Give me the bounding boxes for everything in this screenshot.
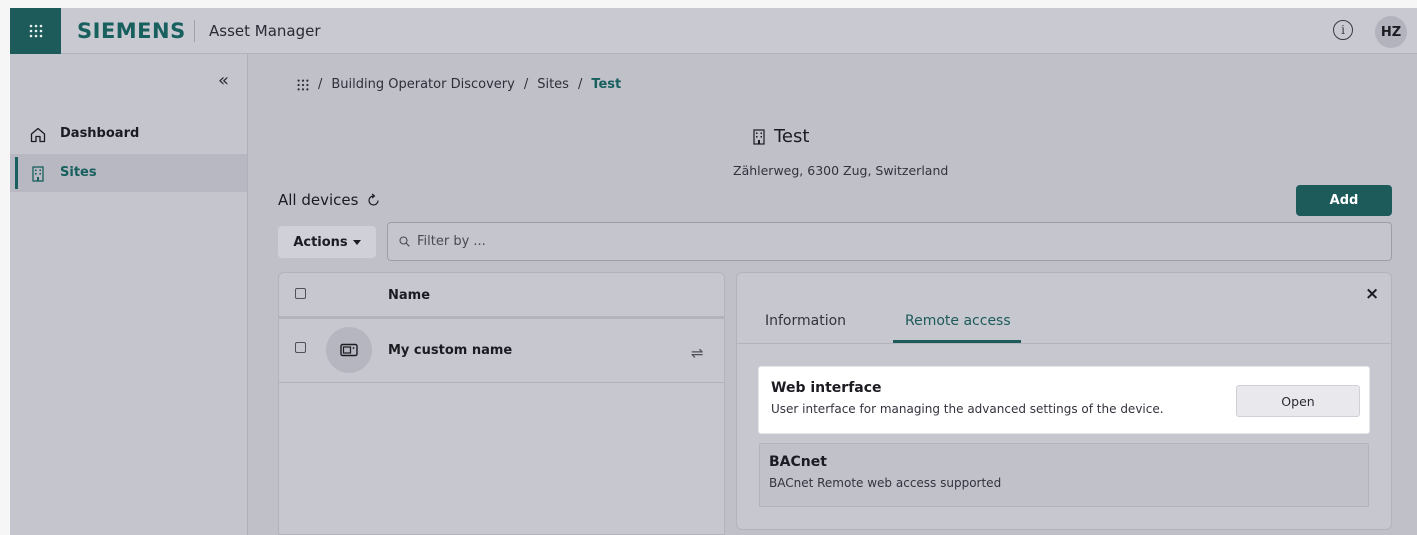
device-list-header: Name [279, 273, 724, 319]
device-list: Name My custom name ⇌ [278, 272, 725, 535]
devices-heading-text: All devices [278, 191, 359, 209]
tabs-divider [737, 343, 1391, 344]
collapse-sidebar-button[interactable]: « [218, 70, 229, 91]
select-all-checkbox[interactable] [295, 288, 306, 299]
filter-field[interactable] [387, 222, 1392, 261]
refresh-icon[interactable] [366, 193, 381, 208]
info-icon: i [1341, 23, 1345, 37]
actions-dropdown[interactable]: Actions [278, 226, 376, 258]
table-row[interactable]: My custom name ⇌ [279, 321, 724, 383]
card-title: BACnet [769, 454, 827, 470]
info-button[interactable]: i [1333, 20, 1353, 40]
row-checkbox[interactable] [295, 342, 306, 353]
card-description: BACnet Remote web access supported [769, 476, 1002, 490]
user-avatar[interactable]: HZ [1375, 16, 1407, 48]
sidebar-item-dashboard[interactable]: Dashboard [10, 115, 247, 153]
breadcrumb-item[interactable]: Sites [537, 77, 569, 92]
breadcrumb-item[interactable]: Building Operator Discovery [331, 77, 514, 92]
building-icon [32, 166, 44, 182]
device-name: My custom name [388, 343, 513, 358]
brand-divider [194, 20, 195, 42]
tab-information[interactable]: Information [765, 313, 846, 329]
filter-input[interactable] [417, 234, 817, 249]
breadcrumb-separator: / [318, 77, 323, 92]
device-detail-panel: × Information Remote access Web interfac… [736, 272, 1392, 530]
top-bar: SIEMENS Asset Manager i HZ [10, 8, 1417, 54]
brand-logo: SIEMENS [77, 19, 186, 43]
bacnet-card: BACnet BACnet Remote web access supporte… [759, 443, 1369, 507]
tab-remote-access[interactable]: Remote access [905, 313, 1011, 329]
open-web-interface-button[interactable]: Open [1236, 385, 1360, 417]
app-window: SIEMENS Asset Manager i HZ « Dashboard S… [10, 8, 1417, 535]
site-title-text: Test [774, 126, 810, 147]
actions-label: Actions [293, 234, 348, 250]
breadcrumb-current: Test [591, 77, 622, 92]
breadcrumb-separator: / [577, 77, 583, 92]
grid-launcher-icon [29, 24, 42, 38]
web-interface-card: Web interface User interface for managin… [759, 367, 1369, 433]
device-icon [340, 343, 358, 357]
device-avatar [326, 327, 372, 373]
sidebar-item-sites[interactable]: Sites [10, 154, 247, 192]
column-header-name[interactable]: Name [388, 288, 430, 303]
search-icon [399, 236, 410, 247]
site-title: Test [752, 126, 809, 147]
devices-heading: All devices [278, 191, 381, 209]
app-name: Asset Manager [209, 22, 321, 40]
caret-down-icon [352, 239, 361, 245]
sidebar-item-label: Dashboard [60, 126, 140, 141]
add-button[interactable]: Add [1296, 185, 1392, 216]
close-panel-button[interactable]: × [1365, 284, 1379, 304]
breadcrumb: / Building Operator Discovery / Sites / … [297, 77, 621, 92]
sidebar: « Dashboard Sites [10, 54, 248, 535]
sidebar-item-label: Sites [60, 165, 97, 180]
breadcrumb-separator: / [523, 77, 529, 92]
card-description: User interface for managing the advanced… [771, 402, 1164, 416]
app-launcher-button[interactable] [10, 8, 61, 54]
home-icon [30, 127, 46, 143]
card-title: Web interface [771, 380, 882, 396]
grid-home-icon[interactable] [297, 79, 309, 91]
swap-icon[interactable]: ⇌ [691, 344, 704, 362]
building-icon [753, 128, 765, 145]
site-address: Zählerweg, 6300 Zug, Switzerland [733, 163, 949, 178]
